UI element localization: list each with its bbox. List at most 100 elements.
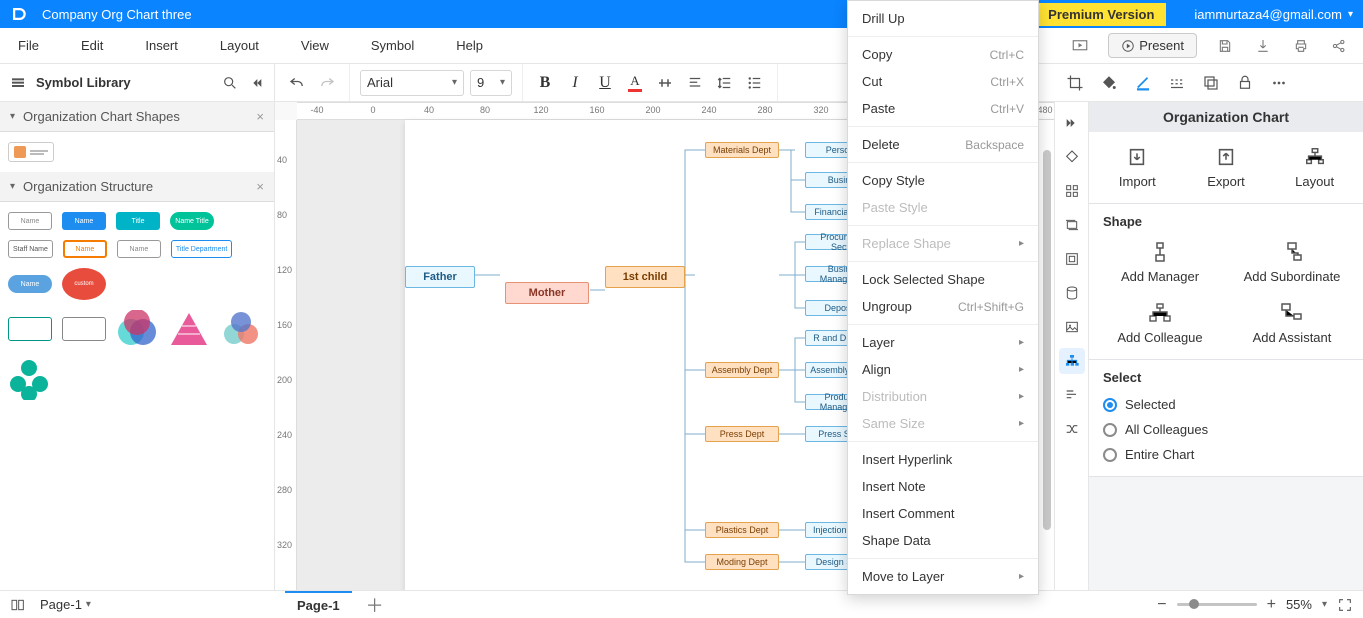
ctx-insert-comment[interactable]: Insert Comment xyxy=(848,500,1038,527)
zoom-slider[interactable] xyxy=(1177,603,1257,606)
shape-thumb[interactable]: Title Department xyxy=(171,240,232,258)
shape-thumb[interactable]: Name xyxy=(62,212,106,230)
fill-icon[interactable] xyxy=(1098,72,1120,94)
fullscreen-icon[interactable] xyxy=(1337,597,1353,613)
zoom-in-button[interactable]: + xyxy=(1267,596,1276,614)
ctx-ungroup[interactable]: UngroupCtrl+Shift+G xyxy=(848,293,1038,320)
node-moding-dept[interactable]: Moding Dept xyxy=(705,554,779,570)
rail-grid-icon[interactable] xyxy=(1059,178,1085,204)
shape-thumb[interactable]: Name xyxy=(117,240,161,258)
shape-thumb[interactable]: custom xyxy=(62,268,106,300)
shape-thumb[interactable]: Name xyxy=(8,275,52,293)
shape-thumb[interactable]: Title xyxy=(116,212,160,230)
font-size-select[interactable]: 9 ▾ xyxy=(470,70,512,96)
menu-insert[interactable]: Insert xyxy=(139,34,184,57)
import-button[interactable]: Import xyxy=(1102,146,1172,189)
ctx-hyperlink[interactable]: Insert Hyperlink xyxy=(848,446,1038,473)
ctx-shape-data[interactable]: Shape Data xyxy=(848,527,1038,554)
scrollbar-vertical[interactable] xyxy=(1043,150,1051,530)
close-icon[interactable]: × xyxy=(256,109,264,124)
font-select[interactable]: Arial ▾ xyxy=(360,70,464,96)
node-plastics-dept[interactable]: Plastics Dept xyxy=(705,522,779,538)
share-icon[interactable] xyxy=(1329,36,1349,56)
download-icon[interactable] xyxy=(1253,36,1273,56)
premium-badge[interactable]: Premium Version xyxy=(1036,3,1166,26)
collapse-panel-icon[interactable] xyxy=(248,75,264,91)
add-subordinate-button[interactable]: Add Subordinate xyxy=(1231,241,1353,284)
line-spacing-button[interactable] xyxy=(713,71,737,95)
ctx-move-to-layer[interactable]: Move to Layer▸ xyxy=(848,563,1038,590)
menu-edit[interactable]: Edit xyxy=(75,34,109,57)
search-icon[interactable] xyxy=(222,75,238,91)
shape-thumb[interactable]: Staff Name xyxy=(8,240,53,258)
bullet-list-button[interactable] xyxy=(743,71,767,95)
ctx-delete[interactable]: DeleteBackspace xyxy=(848,131,1038,158)
underline-button[interactable]: U xyxy=(593,71,617,95)
shape-thumb[interactable]: Name xyxy=(63,240,107,258)
shape-thumb[interactable]: Name xyxy=(8,212,52,230)
shadow-icon[interactable] xyxy=(1200,72,1222,94)
menu-help[interactable]: Help xyxy=(450,34,489,57)
node-materials[interactable]: Materials Dept xyxy=(705,142,779,158)
shape-thumb[interactable] xyxy=(62,317,106,341)
line-style-icon[interactable] xyxy=(1166,72,1188,94)
add-manager-button[interactable]: Add Manager xyxy=(1099,241,1221,284)
present-button[interactable]: Present xyxy=(1108,33,1197,58)
line-color-icon[interactable] xyxy=(1132,72,1154,94)
rail-layers-icon[interactable] xyxy=(1059,212,1085,238)
more-icon[interactable] xyxy=(1268,72,1290,94)
section-org-chart-shapes[interactable]: ▾ Organization Chart Shapes × xyxy=(0,102,274,132)
section-org-structure[interactable]: ▾ Organization Structure × xyxy=(0,172,274,202)
rail-theme-icon[interactable] xyxy=(1059,144,1085,170)
page-tab-active[interactable]: Page-1 xyxy=(285,591,352,618)
ctx-lock-selected[interactable]: Lock Selected Shape xyxy=(848,266,1038,293)
menu-file[interactable]: File xyxy=(12,34,45,57)
undo-button[interactable] xyxy=(285,71,309,95)
italic-button[interactable]: I xyxy=(563,71,587,95)
ctx-cut[interactable]: CutCtrl+X xyxy=(848,68,1038,95)
rail-database-icon[interactable] xyxy=(1059,280,1085,306)
page-select[interactable]: Page-1 ▾ xyxy=(40,597,91,612)
ctx-copy-style[interactable]: Copy Style xyxy=(848,167,1038,194)
node-press-dept[interactable]: Press Dept xyxy=(705,426,779,442)
add-assistant-button[interactable]: Add Assistant xyxy=(1231,302,1353,345)
play-icon[interactable] xyxy=(1070,36,1090,56)
rail-expand-icon[interactable] xyxy=(1059,110,1085,136)
user-menu[interactable]: iammurtaza4@gmail.com ▾ xyxy=(1194,7,1353,22)
shape-thumb[interactable] xyxy=(168,310,210,348)
radio-selected[interactable]: Selected xyxy=(1103,397,1349,412)
shape-thumb[interactable] xyxy=(220,310,262,348)
ctx-insert-note[interactable]: Insert Note xyxy=(848,473,1038,500)
shape-thumb[interactable] xyxy=(8,358,50,396)
text-align-button[interactable] xyxy=(653,71,677,95)
crop-icon[interactable] xyxy=(1064,72,1086,94)
font-color-button[interactable]: A xyxy=(623,71,647,95)
menu-symbol[interactable]: Symbol xyxy=(365,34,420,57)
lock-icon[interactable] xyxy=(1234,72,1256,94)
rail-gantt-icon[interactable] xyxy=(1059,382,1085,408)
export-button[interactable]: Export xyxy=(1191,146,1261,189)
add-colleague-button[interactable]: Add Colleague xyxy=(1099,302,1221,345)
ctx-drill-up[interactable]: Drill Up xyxy=(848,5,1038,32)
rail-random-icon[interactable] xyxy=(1059,416,1085,442)
shape-thumb[interactable] xyxy=(8,317,52,341)
bold-button[interactable]: B xyxy=(533,71,557,95)
ctx-copy[interactable]: CopyCtrl+C xyxy=(848,41,1038,68)
node-first-child[interactable]: 1st child xyxy=(605,266,685,288)
print-icon[interactable] xyxy=(1291,36,1311,56)
rail-image-icon[interactable] xyxy=(1059,314,1085,340)
node-assembly-dept[interactable]: Assembly Dept xyxy=(705,362,779,378)
node-mother[interactable]: Mother xyxy=(505,282,589,304)
ctx-paste[interactable]: PasteCtrl+V xyxy=(848,95,1038,122)
pages-icon[interactable] xyxy=(10,597,26,613)
align-button[interactable] xyxy=(683,71,707,95)
menu-layout[interactable]: Layout xyxy=(214,34,265,57)
radio-all-colleagues[interactable]: All Colleagues xyxy=(1103,422,1349,437)
orgshape-thumb[interactable] xyxy=(8,142,54,162)
add-page-button[interactable]: ＋ xyxy=(360,592,390,618)
rail-orgchart-icon[interactable] xyxy=(1059,348,1085,374)
node-father[interactable]: Father xyxy=(405,266,475,288)
shape-thumb[interactable]: Name Title xyxy=(170,212,214,230)
radio-entire-chart[interactable]: Entire Chart xyxy=(1103,447,1349,462)
rail-canvas-icon[interactable] xyxy=(1059,246,1085,272)
